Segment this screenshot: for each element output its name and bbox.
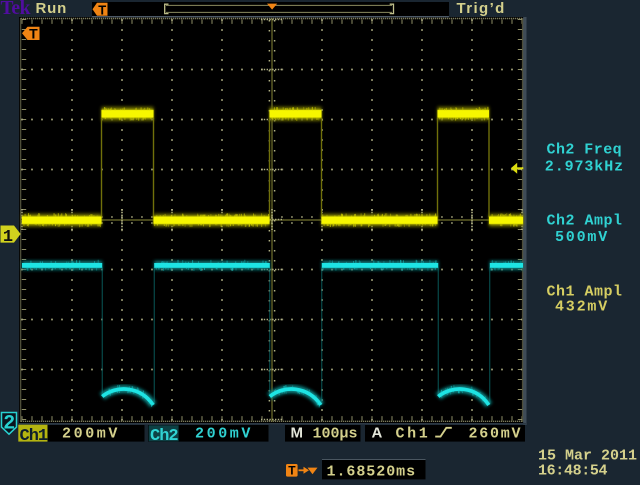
svg-text:1.68520ms: 1.68520ms: [327, 463, 417, 480]
svg-text:T: T: [98, 2, 106, 17]
svg-text:200mV: 200mV: [62, 426, 120, 443]
svg-text:100µs: 100µs: [313, 426, 358, 443]
svg-text:Ch2 Freq: Ch2 Freq: [547, 142, 623, 159]
svg-text:500mV: 500mV: [555, 229, 609, 246]
svg-text:Ch1: Ch1: [396, 426, 431, 443]
svg-text:432mV: 432mV: [555, 299, 609, 316]
svg-text:Ch2 Ampl: Ch2 Ampl: [547, 213, 623, 230]
svg-text:Tek: Tek: [1, 0, 31, 19]
svg-text:1: 1: [3, 228, 13, 247]
svg-text:Ch2: Ch2: [150, 427, 178, 446]
svg-text:2: 2: [3, 413, 15, 436]
svg-text:A: A: [372, 425, 383, 442]
svg-text:Trig’d: Trig’d: [457, 0, 506, 17]
svg-text:T: T: [288, 464, 296, 478]
svg-text:M: M: [291, 425, 304, 442]
svg-text:Run: Run: [36, 0, 68, 17]
svg-text:T: T: [29, 26, 38, 42]
svg-text:260mV: 260mV: [469, 426, 523, 443]
svg-text:2.973kHz: 2.973kHz: [545, 158, 624, 175]
svg-text:200mV: 200mV: [195, 426, 253, 443]
svg-text:16:48:54: 16:48:54: [538, 462, 608, 479]
svg-text:Ch1: Ch1: [20, 427, 48, 446]
